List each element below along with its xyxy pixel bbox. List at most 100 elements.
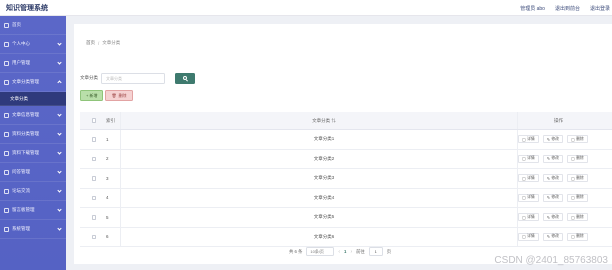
next-page-icon[interactable]: › bbox=[350, 249, 352, 255]
add-button[interactable]: + 新增 bbox=[80, 90, 104, 101]
logout-link[interactable]: 退出登录 bbox=[590, 5, 610, 12]
sidebar-item-material-download[interactable]: 资料下载管理 bbox=[0, 144, 66, 163]
edit-button[interactable]: ✎ 修改 bbox=[542, 232, 563, 241]
row-name: 文章分类4 bbox=[313, 194, 335, 200]
detail-button[interactable]: ▢ 详情 bbox=[518, 232, 539, 241]
row-actions: ▢ 详情 ✎ 修改 ▢ 删除 bbox=[518, 174, 612, 183]
trash-icon: ▢ bbox=[570, 215, 575, 220]
row-checkbox[interactable] bbox=[91, 195, 97, 200]
question-icon bbox=[4, 169, 9, 175]
row-check-cell bbox=[88, 234, 100, 239]
row-delete-button[interactable]: ▢ 删除 bbox=[566, 174, 588, 183]
sidebar-item-article-info[interactable]: 文章信息管理 bbox=[0, 106, 66, 125]
trash-icon: 🗑 bbox=[111, 93, 117, 98]
detail-label: 详情 bbox=[527, 175, 535, 180]
row-check-cell bbox=[88, 215, 100, 220]
sidebar-item-material-category[interactable]: 资料分类管理 bbox=[0, 125, 66, 144]
row-checkbox[interactable] bbox=[91, 215, 97, 220]
detail-icon: ▢ bbox=[522, 235, 526, 240]
sort-icon[interactable]: ⇅ bbox=[331, 118, 336, 123]
row-index: 2 bbox=[106, 156, 109, 162]
sidebar-subitem-article-category[interactable]: 文章分类 bbox=[0, 92, 66, 106]
sidebar-item-users[interactable]: 用户管理 bbox=[0, 54, 66, 73]
trash-icon: ▢ bbox=[570, 235, 575, 240]
sidebar-item-profile[interactable]: 个人中心 bbox=[0, 35, 66, 54]
row-delete-button[interactable]: ▢ 删除 bbox=[566, 154, 588, 163]
column-divider bbox=[120, 112, 121, 129]
detail-icon: ▢ bbox=[522, 176, 526, 181]
detail-button[interactable]: ▢ 详情 bbox=[518, 193, 539, 202]
detail-label: 详情 bbox=[527, 214, 535, 219]
sidebar-item-messages[interactable]: 留言板管理 bbox=[0, 201, 66, 220]
chevron-down-icon bbox=[57, 207, 62, 212]
chevron-down-icon bbox=[57, 169, 62, 174]
row-checkbox[interactable] bbox=[91, 234, 97, 239]
detail-button[interactable]: ▢ 详情 bbox=[518, 135, 539, 144]
search-row: 文章分类 bbox=[80, 72, 195, 84]
breadcrumb-separator: / bbox=[98, 40, 100, 46]
sidebar-item-article-category-mgmt[interactable]: 文章分类管理 bbox=[0, 73, 66, 92]
edit-icon: ✎ bbox=[546, 196, 550, 201]
detail-button[interactable]: ▢ 详情 bbox=[518, 154, 539, 163]
delete-button[interactable]: 🗑 删除 bbox=[105, 90, 133, 101]
edit-label: 修改 bbox=[551, 234, 559, 239]
topbar: 知识管理系统 管理员 abo 退出到前台 退出登录 bbox=[0, 0, 612, 16]
action-row: + 新增 🗑 删除 bbox=[80, 90, 133, 101]
message-icon bbox=[4, 207, 9, 213]
delete-button-label: 删除 bbox=[118, 92, 127, 98]
edit-button[interactable]: ✎ 修改 bbox=[542, 154, 563, 163]
row-delete-button[interactable]: ▢ 删除 bbox=[566, 193, 588, 202]
row-delete-button[interactable]: ▢ 删除 bbox=[566, 213, 588, 222]
sidebar-item-home[interactable]: 首页 bbox=[0, 16, 66, 35]
chevron-down-icon bbox=[57, 60, 62, 65]
goto-page-input[interactable]: 1 bbox=[368, 247, 383, 256]
row-index: 3 bbox=[106, 175, 109, 181]
row-delete-button[interactable]: ▢ 删除 bbox=[566, 232, 588, 241]
row-delete-label: 删除 bbox=[576, 195, 584, 200]
detail-icon: ▢ bbox=[522, 196, 526, 201]
row-checkbox[interactable] bbox=[91, 137, 97, 142]
edit-button[interactable]: ✎ 修改 bbox=[542, 174, 563, 183]
main-content: 首页 / 文章分类 文章分类 + 新增 🗑删除 索引 文章分类 ⇅ 操作 bbox=[66, 16, 612, 270]
table-row: 3 文章分类3 ▢ 详情 ✎ 修改 ▢ 删除 bbox=[80, 169, 612, 189]
table-header: 索引 文章分类 ⇅ 操作 bbox=[80, 112, 612, 130]
sidebar-item-system[interactable]: 系统管理 bbox=[0, 220, 66, 239]
row-name: 文章分类1 bbox=[313, 136, 335, 142]
edit-button[interactable]: ✎ 修改 bbox=[542, 193, 563, 202]
breadcrumb-current: 文章分类 bbox=[102, 40, 121, 45]
sidebar-item-forum[interactable]: 论坛交流 bbox=[0, 182, 66, 201]
row-name: 文章分类5 bbox=[313, 214, 335, 220]
edit-button[interactable]: ✎ 修改 bbox=[542, 135, 563, 144]
topbar-right: 管理员 abo 退出到前台 退出登录 bbox=[520, 0, 612, 16]
row-delete-label: 删除 bbox=[576, 234, 584, 239]
detail-button[interactable]: ▢ 详情 bbox=[518, 174, 539, 183]
row-name: 文章分类3 bbox=[313, 175, 335, 181]
row-delete-button[interactable]: ▢ 删除 bbox=[566, 135, 588, 144]
table-row: 4 文章分类4 ▢ 详情 ✎ 修改 ▢ 删除 bbox=[80, 188, 612, 208]
row-checkbox[interactable] bbox=[91, 156, 97, 161]
row-delete-label: 删除 bbox=[576, 136, 584, 141]
edit-button[interactable]: ✎ 修改 bbox=[542, 213, 563, 222]
select-all-cell bbox=[88, 118, 100, 123]
header-index: 索引 bbox=[106, 117, 115, 123]
sidebar: 首页 个人中心 用户管理 文章分类管理 文章分类 文章信息管理 资料分类管理 资… bbox=[0, 16, 66, 270]
search-input[interactable] bbox=[101, 72, 165, 84]
breadcrumb-home[interactable]: 首页 bbox=[86, 40, 95, 46]
row-name: 文章分类2 bbox=[313, 155, 335, 161]
sidebar-item-qa[interactable]: 问答管理 bbox=[0, 163, 66, 182]
detail-button[interactable]: ▢ 详情 bbox=[518, 213, 539, 222]
page-size-select[interactable]: 10条/页 bbox=[306, 247, 335, 256]
search-button[interactable] bbox=[175, 72, 195, 84]
header-name[interactable]: 文章分类 ⇅ bbox=[274, 118, 374, 124]
page-number-current[interactable]: 1 bbox=[344, 249, 346, 254]
chevron-down-icon bbox=[57, 131, 62, 136]
select-all-checkbox[interactable] bbox=[91, 118, 97, 123]
gear-icon bbox=[4, 226, 9, 232]
column-divider bbox=[517, 112, 518, 129]
current-user: 管理员 abo bbox=[520, 5, 545, 12]
back-to-front-link[interactable]: 退出到前台 bbox=[555, 5, 580, 12]
folder-icon bbox=[4, 79, 9, 85]
table-row: 1 文章分类1 ▢ 详情 ✎ 修改 ▢ 删除 bbox=[80, 130, 612, 150]
row-checkbox[interactable] bbox=[91, 176, 97, 181]
prev-page-icon[interactable]: ‹ bbox=[338, 249, 340, 255]
